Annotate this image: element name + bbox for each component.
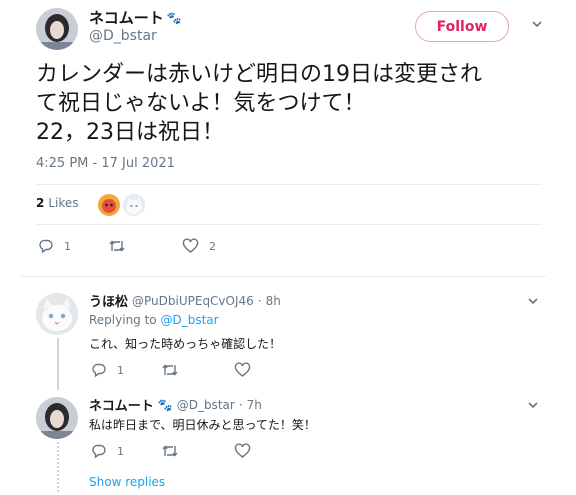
thread-line	[57, 442, 59, 492]
retweet-action[interactable]	[108, 238, 136, 254]
reply-header: うほ松 @PuDbiUPEqCvOJ46 · 8h	[89, 291, 281, 311]
liker-avatar[interactable]	[123, 194, 145, 216]
divider	[36, 184, 542, 185]
tweet-text-line: カレンダーは赤いけど明日の19日は変更され	[36, 62, 482, 87]
likes-summary[interactable]: 2 Likes	[36, 196, 79, 210]
reply-action[interactable]: 1	[38, 238, 71, 254]
paw-icon: 🐾	[157, 397, 173, 412]
like-action[interactable]	[234, 443, 251, 459]
separator-dot: ·	[257, 293, 262, 308]
likes-count: 2	[36, 196, 45, 210]
reply-icon	[39, 239, 53, 254]
reply-count: 1	[117, 363, 124, 377]
reply-icon	[92, 444, 106, 459]
author-avatar[interactable]	[36, 8, 78, 50]
author-handle[interactable]: @D_bstar	[89, 28, 157, 44]
divider	[36, 224, 542, 225]
reply-time[interactable]: 7h	[247, 398, 262, 412]
reply-icon	[92, 363, 106, 378]
reply-count: 1	[64, 239, 71, 253]
like-count: 2	[209, 239, 216, 253]
reply-count: 1	[117, 444, 124, 458]
follow-button[interactable]: Follow	[415, 11, 509, 42]
likes-label: Likes	[48, 196, 79, 210]
heart-icon	[234, 443, 251, 458]
replying-prefix: Replying to	[89, 313, 157, 327]
reply-author-handle[interactable]: @PuDbiUPEqCvOJ46	[132, 294, 254, 308]
reply-author-name[interactable]: ネコムート	[89, 395, 154, 414]
reply-action[interactable]: 1	[91, 362, 124, 378]
tweet-text-line: 22，23日は祝日！	[36, 120, 224, 145]
tweet-text: カレンダーは赤いけど明日の19日は変更され て祝日じゃないよ！気をつけて！ 22…	[36, 60, 546, 147]
reply-author-handle[interactable]: @D_bstar	[177, 398, 235, 412]
paw-icon: 🐾	[166, 10, 182, 25]
retweet-icon	[162, 445, 178, 457]
liker-avatar[interactable]	[98, 194, 120, 216]
thread-line	[57, 338, 59, 390]
reply-avatar[interactable]	[36, 397, 78, 439]
reply-text: 私は昨日まで、明日休みと思ってた！笑！	[89, 418, 316, 432]
heart-icon	[234, 362, 251, 377]
chevron-down-icon[interactable]	[531, 18, 543, 30]
retweet-icon	[109, 240, 125, 252]
author-name-row[interactable]: ネコムート 🐾	[89, 7, 182, 28]
retweet-icon	[162, 364, 178, 376]
author-name[interactable]: ネコムート	[89, 7, 164, 28]
tweet-timestamp[interactable]: 4:25 PM - 17 Jul 2021	[36, 156, 175, 171]
reply-text: これ、知った時めっちゃ確認した！	[89, 337, 282, 351]
retweet-action[interactable]	[161, 443, 179, 459]
show-replies-link[interactable]: Show replies	[89, 475, 165, 489]
reply-avatar[interactable]	[36, 293, 78, 335]
like-action[interactable]: 2	[182, 238, 216, 254]
reply-action[interactable]: 1	[91, 443, 124, 459]
chevron-down-icon[interactable]	[527, 295, 539, 307]
reply-header: ネコムート 🐾 @D_bstar · 7h	[89, 395, 262, 415]
separator-dot: ·	[238, 397, 243, 412]
retweet-action[interactable]	[161, 362, 179, 378]
tweet-text-line: て祝日じゃないよ！気をつけて！	[36, 91, 366, 116]
chevron-down-icon[interactable]	[527, 399, 539, 411]
replying-to-link[interactable]: @D_bstar	[160, 313, 218, 327]
replying-to: Replying to @D_bstar	[89, 313, 219, 327]
reply-time[interactable]: 8h	[266, 294, 281, 308]
heart-icon	[182, 238, 199, 253]
divider	[20, 276, 546, 277]
reply-author-name[interactable]: うほ松	[89, 291, 128, 310]
like-action[interactable]	[234, 362, 251, 378]
